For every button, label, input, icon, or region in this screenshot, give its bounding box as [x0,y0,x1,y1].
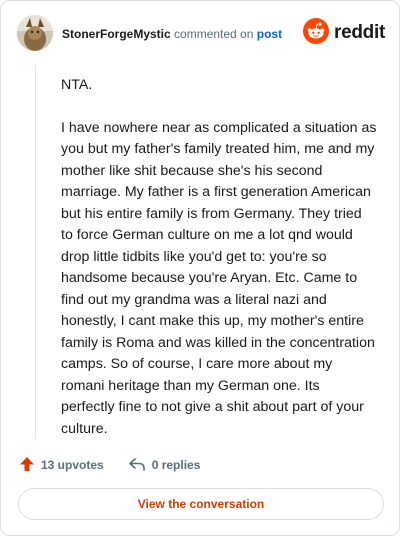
user-avatar[interactable] [17,15,53,51]
reddit-logo-icon [303,17,330,49]
comment-header: StonerForgeMystic commented on post redd… [17,15,385,55]
comment-meta: StonerForgeMystic commented on post [62,27,282,41]
post-link[interactable]: post [257,27,282,41]
comment-body: NTA. I have nowhere near as complicated … [61,75,377,461]
commented-on-text: commented on [174,27,254,41]
upvote-count: 13 upvotes [41,458,104,472]
comment-paragraph: NTA. [61,77,93,93]
embed-card: StonerForgeMystic commented on post redd… [0,0,400,536]
comment-paragraph: I have nowhere near as complicated a sit… [61,119,377,437]
reply-count: 0 replies [151,458,201,472]
comment-actions: 13 upvotes 0 replies [19,453,224,477]
username-link[interactable]: StonerForgeMystic [62,27,171,41]
view-conversation-button[interactable]: View the conversation [18,488,384,520]
reply-icon [128,456,152,475]
reply-button[interactable]: 0 replies [128,456,201,475]
reddit-brand[interactable]: reddit [303,17,385,49]
reddit-wordmark: reddit [334,22,385,43]
thread-line [35,65,36,439]
upvote-arrow-icon [19,456,41,475]
upvote-button[interactable]: 13 upvotes [19,456,104,475]
